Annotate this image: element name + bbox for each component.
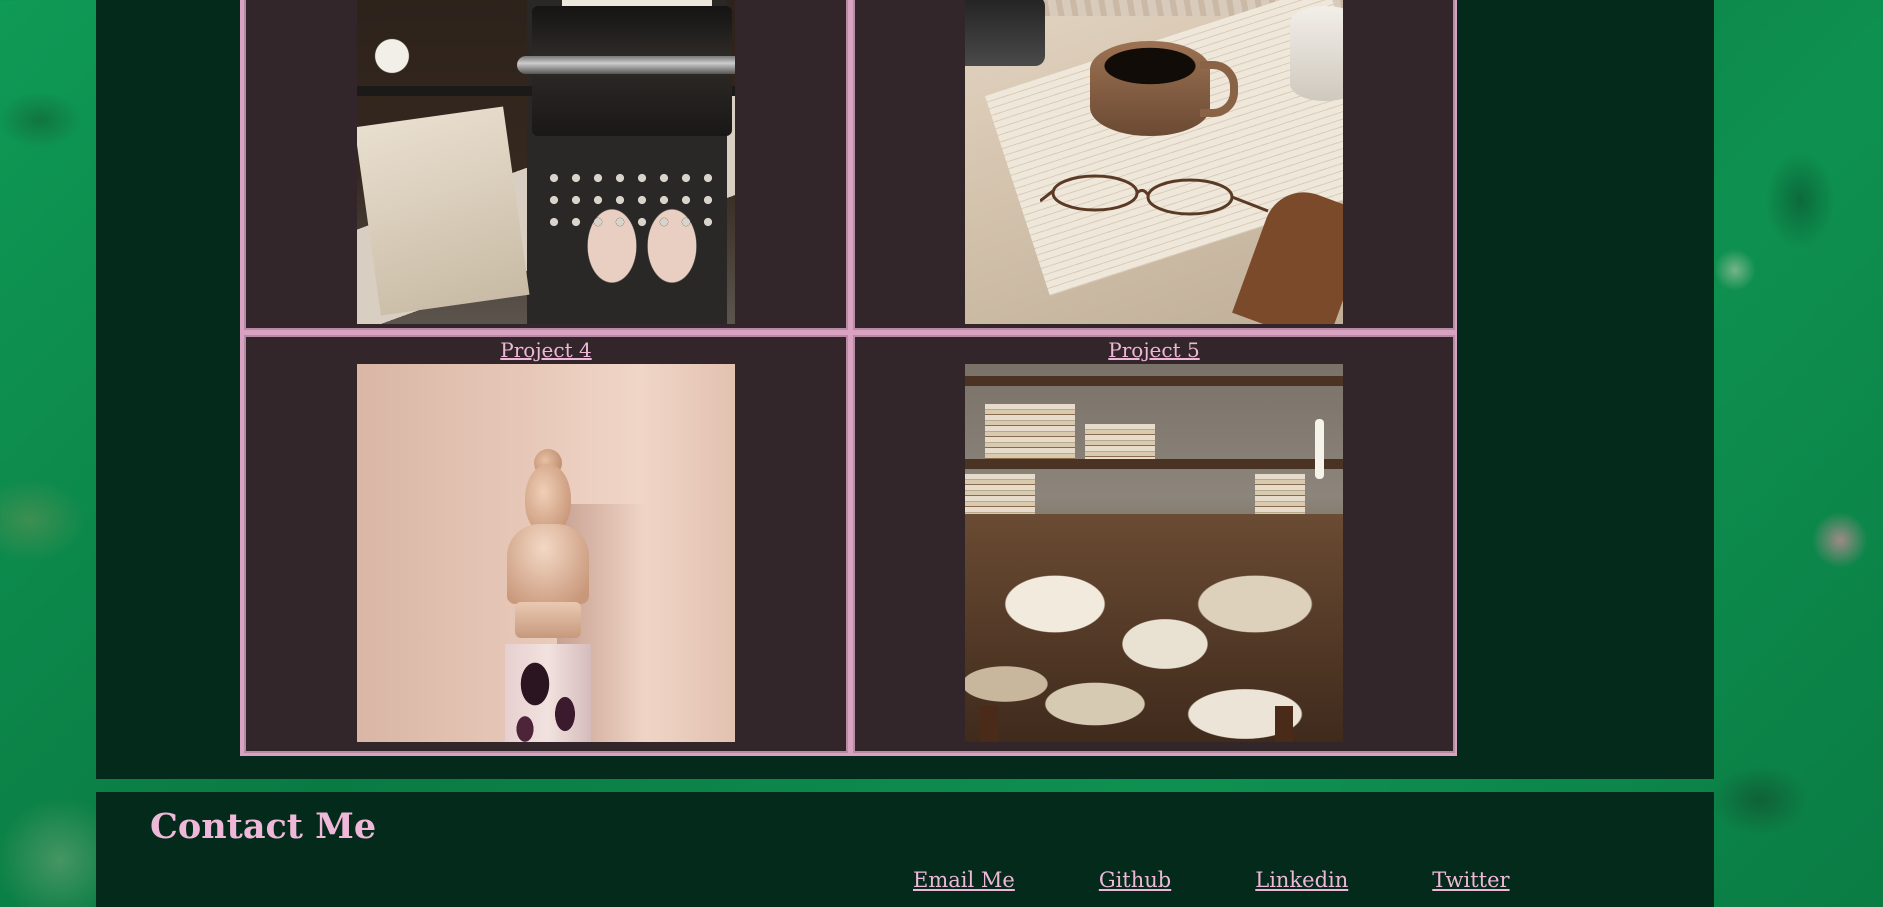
- shelf-graphic: [965, 376, 1343, 386]
- table-leg-graphic: [1275, 706, 1293, 742]
- coffee-book-image[interactable]: [965, 0, 1343, 324]
- statue-bust-graphic: [507, 524, 589, 604]
- project-cell-5: Project 5: [853, 335, 1455, 753]
- candle-graphic: [1290, 6, 1343, 101]
- roller-graphic: [517, 56, 735, 74]
- twitter-link[interactable]: Twitter: [1432, 866, 1509, 894]
- project-4-link[interactable]: Project 4: [246, 337, 846, 364]
- project-cell-4: Project 4: [244, 335, 848, 753]
- table-leg-graphic: [980, 706, 998, 742]
- contact-title: Contact Me: [150, 806, 377, 847]
- coffee-cup-graphic: [1090, 41, 1210, 136]
- book-stack-graphic: [985, 404, 1075, 459]
- projects-panel: Project 4 Project 5: [96, 0, 1714, 779]
- contact-links: Email Me Github Linkedin Twitter: [913, 866, 1510, 894]
- linkedin-link[interactable]: Linkedin: [1255, 866, 1348, 894]
- contact-section: Contact Me Email Me Github Linkedin Twit…: [96, 792, 1714, 907]
- project-5-link[interactable]: Project 5: [855, 337, 1453, 364]
- marble-pedestal-graphic: [505, 644, 591, 742]
- statue-image[interactable]: [357, 364, 735, 742]
- project-cell-3: [244, 0, 848, 330]
- candle-graphic: [1315, 419, 1324, 479]
- papers-graphic: [357, 106, 530, 316]
- github-link[interactable]: Github: [1099, 866, 1171, 894]
- keys-graphic: [542, 166, 712, 236]
- camera-graphic: [965, 0, 1045, 66]
- shelf-graphic: [965, 459, 1343, 469]
- typewriter-image[interactable]: [357, 0, 735, 324]
- project-cell-3b: [853, 0, 1455, 330]
- books-image[interactable]: [965, 364, 1343, 742]
- projects-table: Project 4 Project 5: [240, 0, 1457, 756]
- glasses-graphic: [1040, 174, 1269, 216]
- book-stack-graphic: [1085, 424, 1155, 459]
- email-link[interactable]: Email Me: [913, 866, 1015, 894]
- statue-base-graphic: [515, 602, 581, 638]
